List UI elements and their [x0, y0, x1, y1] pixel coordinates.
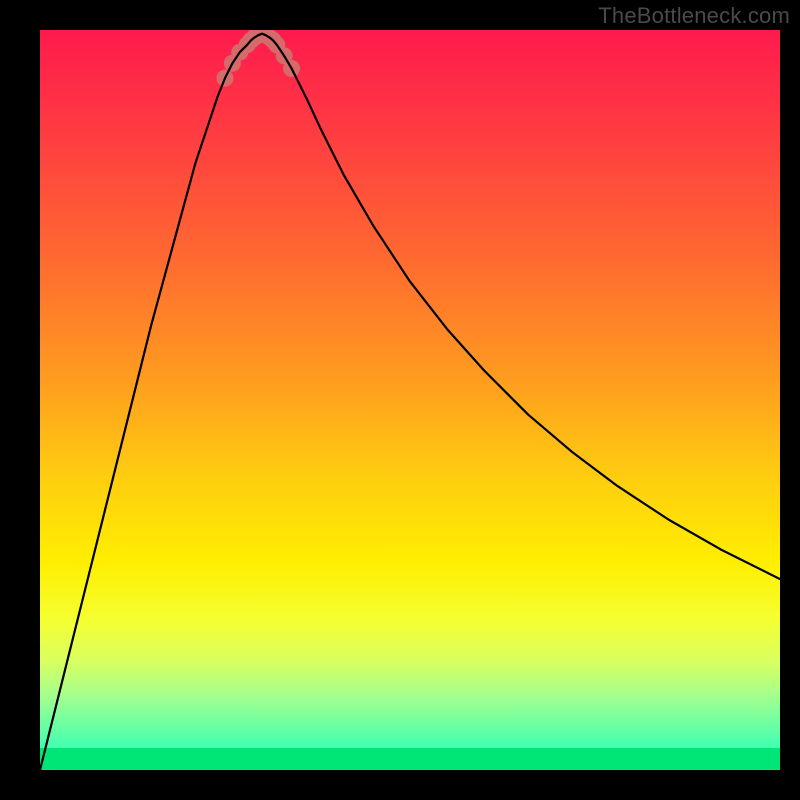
watermark-text: TheBottleneck.com: [598, 3, 790, 29]
chart-frame: TheBottleneck.com: [0, 0, 800, 800]
plot-area: [40, 30, 780, 770]
valley-markers: [217, 30, 301, 87]
bottleneck-curve: [40, 34, 780, 770]
curve-layer: [40, 30, 780, 770]
